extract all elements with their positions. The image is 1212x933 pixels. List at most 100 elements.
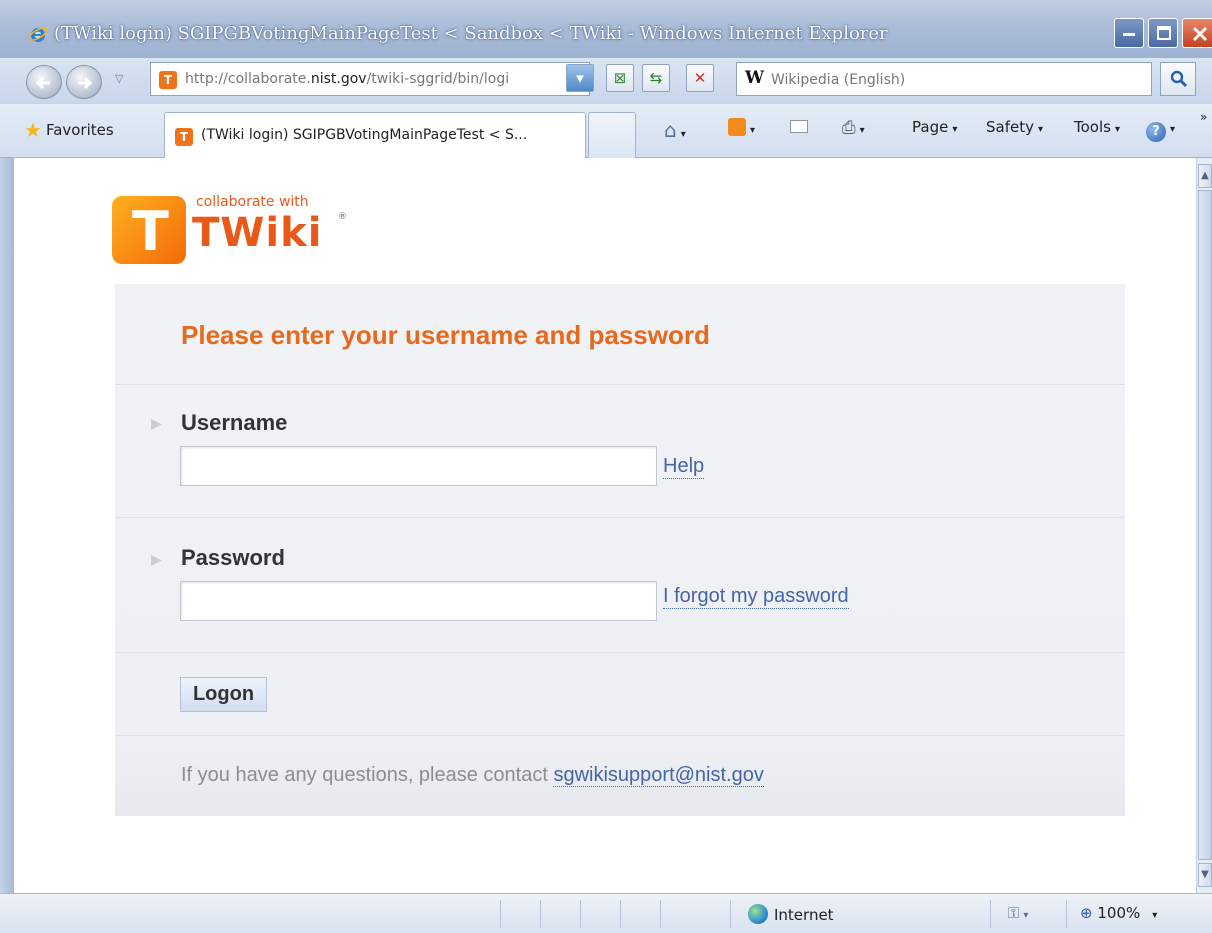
scroll-down-button[interactable]: ▼ xyxy=(1198,863,1212,887)
tools-menu[interactable]: Tools ▾ xyxy=(1074,118,1120,136)
forgot-password-link[interactable]: I forgot my password xyxy=(663,585,849,609)
username-input[interactable] xyxy=(180,446,657,486)
favorites-button[interactable]: ★ Favorites xyxy=(24,118,114,142)
password-input[interactable] xyxy=(180,581,657,621)
address-dropdown-button[interactable]: ▾ xyxy=(566,64,594,92)
maximize-button[interactable] xyxy=(1148,18,1178,48)
scroll-up-button[interactable]: ▲ xyxy=(1198,164,1212,188)
status-bar: Internet ⚿ ▾ ⊕ 100% ▾ xyxy=(0,893,1212,933)
refresh-button[interactable]: ⇆ xyxy=(642,64,670,92)
search-icon xyxy=(1170,70,1188,88)
security-zone[interactable]: Internet xyxy=(748,904,834,924)
chevron-down-icon: ▾ xyxy=(952,124,958,135)
scroll-thumb[interactable] xyxy=(1198,190,1212,860)
twiki-favicon-icon: T xyxy=(175,128,193,146)
address-bar[interactable]: T http://collaborate.nist.gov/twiki-sggr… xyxy=(150,62,590,96)
status-separator xyxy=(730,900,731,928)
mail-icon xyxy=(790,120,808,133)
divider xyxy=(115,517,1125,518)
chevron-down-icon: ▾ xyxy=(1170,124,1176,135)
chevron-down-icon: ▾ xyxy=(1037,124,1044,135)
divider xyxy=(115,384,1125,385)
username-label: Username xyxy=(181,410,288,435)
chevron-up-icon: ▲ xyxy=(1201,170,1209,181)
window-title: (TWiki login) SGIPGBVotingMainPageTest <… xyxy=(54,23,888,44)
help-link[interactable]: Help xyxy=(663,455,705,479)
recent-pages-dropdown-icon[interactable]: ▽ xyxy=(115,72,123,85)
chevron-down-icon: ▾ xyxy=(680,129,686,140)
back-arrow-icon xyxy=(35,76,50,90)
address-url: http://collaborate.nist.gov/twiki-sggrid… xyxy=(185,71,510,87)
window-frame-left xyxy=(0,158,14,893)
status-separator xyxy=(500,900,501,928)
password-label: Password xyxy=(181,545,285,570)
print-button[interactable]: ⎙ ▾ xyxy=(842,118,865,138)
safety-menu[interactable]: Safety ▾ xyxy=(986,118,1043,136)
back-button[interactable] xyxy=(26,65,62,99)
status-separator xyxy=(580,900,581,928)
refresh-icon: ⇆ xyxy=(649,69,663,87)
stop-icon: ✕ xyxy=(693,69,707,87)
chevron-down-icon: ▾ xyxy=(1023,910,1029,921)
protected-mode-button[interactable]: ⚿ ▾ xyxy=(1008,904,1028,922)
triangle-bullet-icon: ▶ xyxy=(151,552,162,568)
support-contact-text: If you have any questions, please contac… xyxy=(181,764,764,787)
logo-tagline: collaborate with xyxy=(196,194,309,210)
magnifier-icon: ⊕ xyxy=(1080,904,1093,922)
minimize-button[interactable] xyxy=(1114,18,1144,48)
tab-label: (TWiki login) SGIPGBVotingMainPageTest <… xyxy=(201,127,528,143)
new-tab-button[interactable] xyxy=(588,112,636,158)
logo-registered-mark: ® xyxy=(338,212,347,222)
chevron-down-icon: ▾ xyxy=(1114,124,1120,135)
login-heading: Please enter your username and password xyxy=(181,320,710,350)
internet-explorer-icon xyxy=(28,27,48,42)
twiki-favicon-icon: T xyxy=(159,71,177,89)
rss-feed-icon xyxy=(728,118,746,136)
wikipedia-icon: W xyxy=(745,68,765,88)
logo-wordmark: TWiki xyxy=(192,210,323,256)
forward-arrow-icon xyxy=(78,76,93,90)
status-separator xyxy=(540,900,541,928)
close-button[interactable] xyxy=(1182,18,1212,48)
printer-icon: ⎙ xyxy=(842,118,856,138)
status-separator xyxy=(1066,900,1067,928)
divider xyxy=(115,652,1125,653)
feeds-button[interactable]: ▾ xyxy=(728,118,755,137)
support-email-link[interactable]: sgwikisupport@nist.gov xyxy=(553,764,764,787)
compatibility-view-icon: ⊠ xyxy=(613,69,627,87)
tab-active[interactable]: T (TWiki login) SGIPGBVotingMainPageTest… xyxy=(164,112,586,158)
chevron-down-icon: ▾ xyxy=(750,125,756,136)
more-commands-icon[interactable]: » xyxy=(1200,110,1207,124)
star-icon: ★ xyxy=(24,118,42,142)
forward-button[interactable] xyxy=(66,65,102,99)
stop-button[interactable]: ✕ xyxy=(686,64,714,92)
window-title-bar: (TWiki login) SGIPGBVotingMainPageTest <… xyxy=(0,0,1212,58)
close-icon xyxy=(1192,26,1208,42)
home-button[interactable]: ⌂ ▾ xyxy=(664,118,686,142)
triangle-bullet-icon: ▶ xyxy=(151,416,162,432)
search-placeholder: Wikipedia (English) xyxy=(771,72,906,88)
compatibility-view-button[interactable]: ⊠ xyxy=(606,64,634,92)
help-icon: ? xyxy=(1146,122,1166,142)
page-menu[interactable]: Page ▾ xyxy=(912,118,957,136)
vertical-scrollbar[interactable]: ▲ ▼ xyxy=(1196,158,1212,893)
logon-button[interactable]: Logon xyxy=(180,677,267,712)
help-menu[interactable]: ? ▾ xyxy=(1146,118,1175,142)
chevron-down-icon: ▾ xyxy=(576,69,584,87)
status-separator xyxy=(620,900,621,928)
status-separator xyxy=(660,900,661,928)
globe-icon xyxy=(748,904,768,924)
twiki-logo[interactable]: T collaborate with TWiki ® xyxy=(112,188,352,268)
chevron-down-icon: ▾ xyxy=(1152,910,1158,921)
twiki-logo-tile: T xyxy=(112,196,186,264)
status-separator xyxy=(990,900,991,928)
lock-icon: ⚿ xyxy=(1008,904,1020,922)
zoom-level-button[interactable]: ⊕ 100% ▾ xyxy=(1080,904,1157,922)
search-field[interactable]: W Wikipedia (English) xyxy=(736,62,1152,96)
search-button[interactable] xyxy=(1160,62,1196,96)
login-panel: Please enter your username and password … xyxy=(115,284,1125,816)
chevron-down-icon: ▾ xyxy=(859,125,865,136)
divider xyxy=(115,735,1125,736)
read-mail-button[interactable] xyxy=(790,118,808,136)
chevron-down-icon: ▼ xyxy=(1201,869,1209,880)
